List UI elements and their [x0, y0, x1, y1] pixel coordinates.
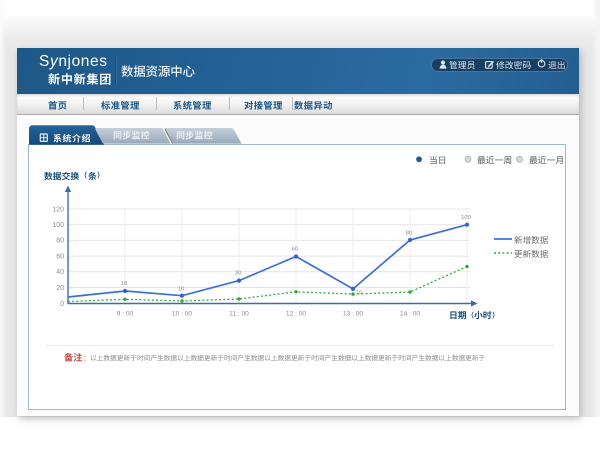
svg-text:13 : 00: 13 : 00	[343, 311, 363, 318]
svg-text:40: 40	[56, 269, 64, 276]
svg-text:120: 120	[52, 206, 64, 213]
svg-text:11 : 00: 11 : 00	[229, 311, 249, 318]
svg-text:100: 100	[52, 222, 64, 229]
svg-text:60: 60	[292, 247, 298, 253]
svg-text:100: 100	[461, 215, 471, 221]
svg-text:30: 30	[235, 271, 241, 277]
svg-text:80: 80	[56, 238, 64, 245]
svg-text:10: 10	[178, 287, 184, 293]
svg-text:10 : 00: 10 : 00	[172, 311, 192, 318]
svg-text:10: 10	[356, 290, 362, 296]
svg-text:60: 60	[56, 253, 64, 260]
svg-text:0: 0	[60, 301, 64, 308]
svg-text:20: 20	[56, 285, 64, 292]
svg-text:12 : 00: 12 : 00	[286, 311, 306, 318]
svg-text:9 : 00: 9 : 00	[117, 311, 134, 318]
svg-text:14 : 00: 14 : 00	[400, 311, 420, 318]
svg-text:80: 80	[406, 231, 412, 237]
svg-text:18: 18	[121, 281, 127, 287]
